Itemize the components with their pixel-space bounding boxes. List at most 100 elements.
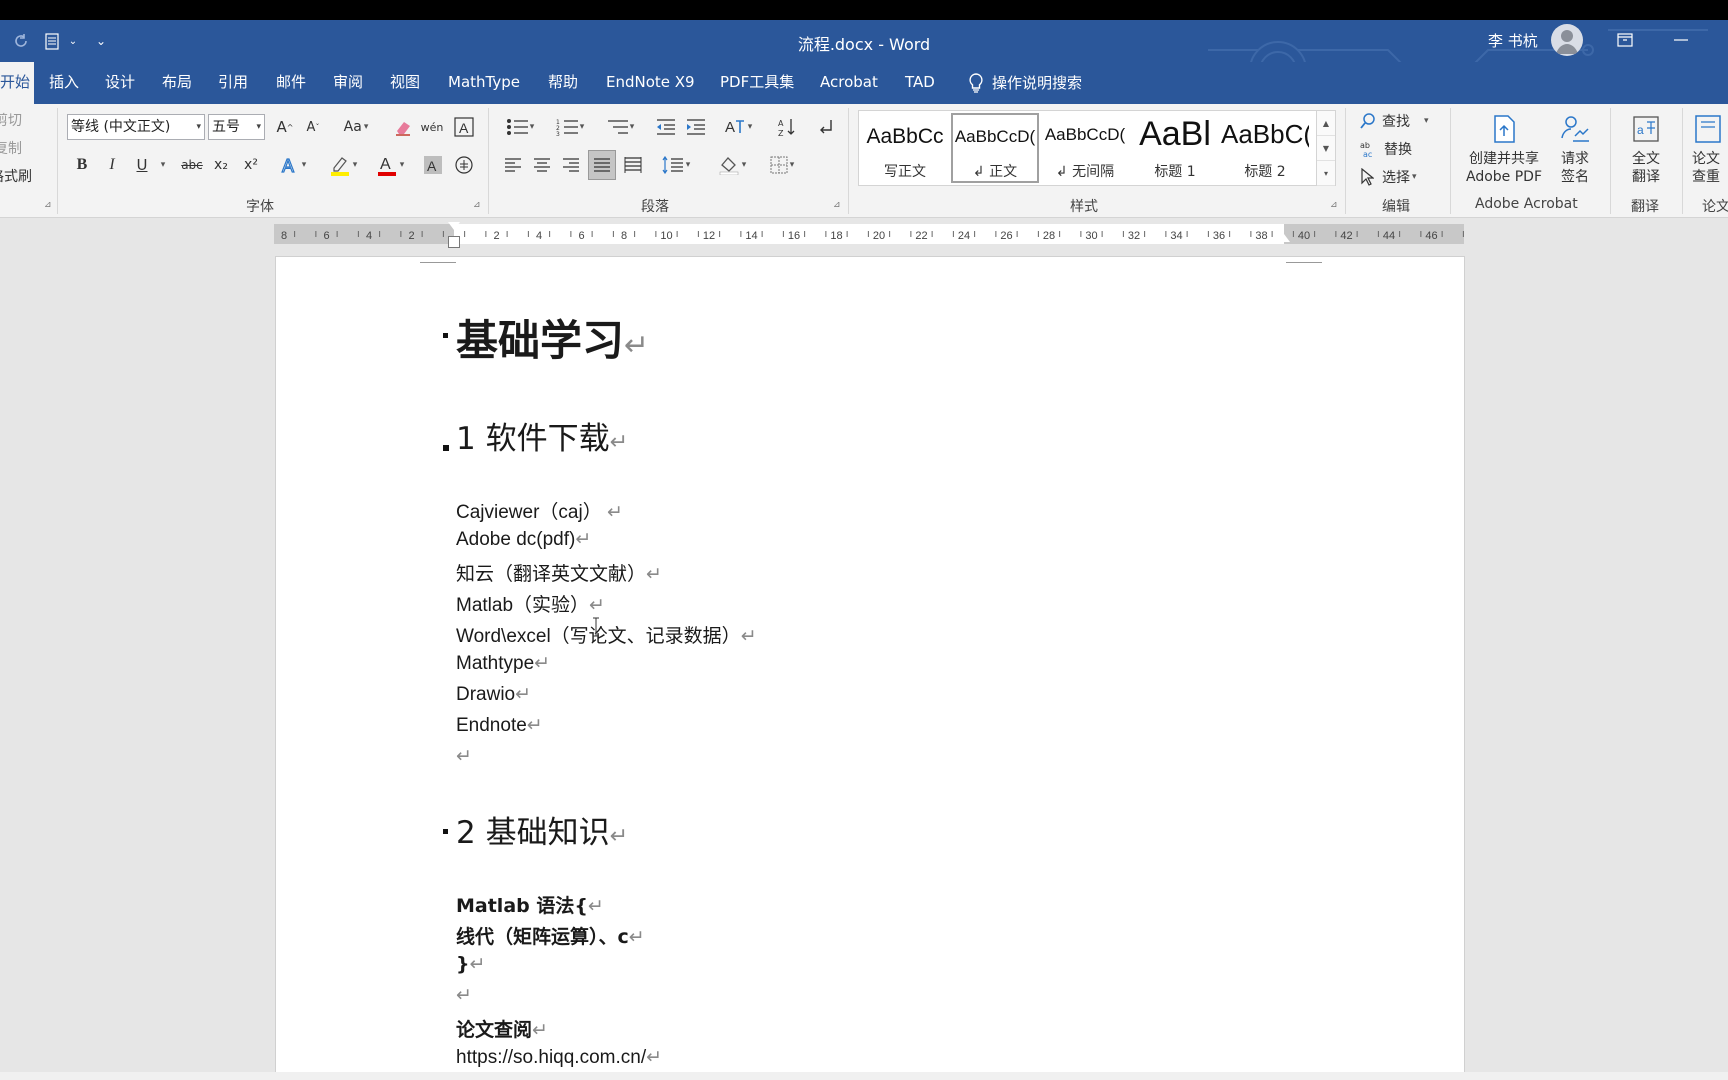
- request-signature-button[interactable]: 请求 签名: [1552, 108, 1598, 192]
- select-button[interactable]: 选择 ▾: [1360, 164, 1417, 190]
- first-line-indent-marker[interactable]: [448, 222, 460, 230]
- tab-review[interactable]: 审阅: [333, 62, 363, 104]
- font-size-combo[interactable]: 五号 ▾: [208, 114, 265, 140]
- list-item[interactable]: Drawio↵: [456, 683, 531, 706]
- underline-dropdown-icon[interactable]: ▾: [156, 152, 168, 178]
- document-page[interactable]: 基础学习↵ 1 软件下载↵ Cajviewer（caj） ↵ Adobe dc(…: [275, 256, 1465, 1080]
- tab-insert[interactable]: 插入: [49, 62, 79, 104]
- tab-pdf-tools[interactable]: PDF工具集: [720, 62, 794, 104]
- tab-design[interactable]: 设计: [105, 62, 135, 104]
- list-item[interactable]: Word\excel（写论文、记录数据）↵: [456, 621, 757, 648]
- ribbon-display-options-icon[interactable]: [1612, 28, 1638, 52]
- styles-launcher-icon[interactable]: ⊿: [1330, 200, 1340, 210]
- minimize-icon[interactable]: [1668, 28, 1694, 52]
- doc-title[interactable]: 基础学习↵: [456, 307, 649, 368]
- bullets-icon[interactable]: ▾: [500, 114, 540, 140]
- copy-button[interactable]: 复制: [0, 136, 22, 160]
- increase-indent-icon[interactable]: [682, 114, 708, 140]
- enclose-characters-icon[interactable]: [452, 152, 476, 178]
- tab-view[interactable]: 视图: [390, 62, 420, 104]
- font-launcher-icon[interactable]: ⊿: [473, 200, 483, 210]
- shading-icon[interactable]: ▾: [712, 152, 752, 178]
- strikethrough-button[interactable]: abc: [178, 152, 206, 178]
- highlight-color-icon[interactable]: ▾: [325, 152, 361, 178]
- list-item[interactable]: Endnote↵: [456, 714, 543, 737]
- autosave-icon[interactable]: [10, 30, 32, 52]
- align-right-icon[interactable]: [558, 152, 584, 178]
- tell-me-search[interactable]: 操作说明搜索: [968, 62, 1082, 104]
- phonetic-guide-icon[interactable]: wén: [420, 114, 444, 140]
- paper-lookup-heading[interactable]: 论文查阅↵: [456, 1015, 548, 1042]
- italic-button[interactable]: I: [100, 152, 124, 178]
- tab-help[interactable]: 帮助: [548, 62, 578, 104]
- gallery-down-icon[interactable]: ▼: [1317, 136, 1335, 161]
- decrease-indent-icon[interactable]: [652, 114, 678, 140]
- borders-icon[interactable]: ▾: [762, 152, 802, 178]
- bold-button[interactable]: B: [70, 152, 94, 178]
- hanging-indent-marker[interactable]: [448, 236, 460, 248]
- underline-button[interactable]: U: [130, 152, 154, 178]
- format-painter-button[interactable]: 格式刷: [0, 164, 32, 188]
- paragraph-launcher-icon[interactable]: ⊿: [833, 200, 843, 210]
- tab-home[interactable]: 开始: [0, 62, 35, 104]
- align-center-icon[interactable]: [529, 152, 555, 178]
- empty-paragraph[interactable]: ↵: [456, 984, 472, 1007]
- horizontal-ruler[interactable]: 8 6 4 2 2 4 6 8 10 12 14 16 18 20 22 24 26 28 30 32 34 36 38 40…: [274, 222, 1464, 248]
- paper-check-button[interactable]: 论文 查重: [1692, 108, 1728, 192]
- character-shading-icon[interactable]: A: [422, 152, 444, 178]
- styles-gallery-scroller[interactable]: ▲ ▼ ▾: [1316, 110, 1336, 186]
- chinese-layout-icon[interactable]: A ▾: [718, 114, 758, 140]
- superscript-button[interactable]: x²: [238, 152, 264, 178]
- multilevel-list-icon[interactable]: ▾: [600, 114, 640, 140]
- text-effects-icon[interactable]: A ▾: [276, 152, 310, 178]
- clear-formatting-icon[interactable]: [392, 114, 416, 140]
- list-item[interactable]: Cajviewer（caj） ↵: [456, 497, 623, 524]
- align-left-icon[interactable]: [500, 152, 526, 178]
- style-heading-2[interactable]: AaBbC( 标题 2: [1221, 113, 1309, 183]
- matlab-syntax-line[interactable]: Matlab 语法{↵: [456, 891, 604, 918]
- distributed-icon[interactable]: [620, 152, 646, 178]
- font-color-icon[interactable]: A ▾: [372, 152, 408, 178]
- replace-button[interactable]: ab ac 替换: [1360, 136, 1412, 162]
- avatar[interactable]: [1551, 24, 1583, 56]
- find-button[interactable]: 查找 ▾: [1360, 108, 1429, 134]
- grow-font-button[interactable]: A ^: [274, 114, 296, 140]
- empty-paragraph[interactable]: ↵: [456, 745, 472, 768]
- right-indent-marker[interactable]: [1278, 234, 1290, 242]
- url-line[interactable]: https://so.hiqq.com.cn/↵: [456, 1046, 662, 1069]
- style-no-spacing[interactable]: AaBbCcD( ↲ 无间隔: [1041, 113, 1129, 183]
- numbering-icon[interactable]: 1 2 3 ▾: [550, 114, 590, 140]
- style-heading-1[interactable]: AaBl 标题 1: [1131, 113, 1219, 183]
- list-item[interactable]: Adobe dc(pdf)↵: [456, 528, 591, 551]
- gallery-more-icon[interactable]: ▾: [1317, 161, 1335, 186]
- justify-icon[interactable]: [588, 150, 616, 180]
- clipboard-launcher-icon[interactable]: ⊿: [44, 200, 54, 210]
- full-translate-button[interactable]: a 全文 翻译: [1622, 108, 1670, 192]
- line-spacing-icon[interactable]: ▾: [656, 152, 696, 178]
- tab-references[interactable]: 引用: [218, 62, 248, 104]
- tab-endnote[interactable]: EndNote X9: [606, 62, 695, 104]
- document-icon[interactable]: [42, 30, 62, 52]
- list-item[interactable]: Matlab（实验）↵: [456, 590, 605, 617]
- quick-access-dropdown-icon[interactable]: ⌄: [66, 30, 80, 52]
- sort-icon[interactable]: AZ: [774, 114, 800, 140]
- section-2-heading[interactable]: 2 基础知识↵: [456, 807, 628, 852]
- style-normal[interactable]: AaBbCcD( ↲ 正文: [951, 113, 1039, 183]
- character-border-icon[interactable]: A: [452, 114, 476, 140]
- style-write-body[interactable]: AaBbCc 写正文: [861, 113, 949, 183]
- cut-button[interactable]: 剪切: [0, 108, 22, 132]
- customize-toolbar-icon[interactable]: ⌄: [94, 30, 108, 52]
- close-brace-line[interactable]: }↵: [456, 953, 485, 975]
- tab-mathtype[interactable]: MathType: [448, 62, 520, 104]
- shrink-font-button[interactable]: Aˇ: [302, 114, 324, 140]
- tab-acrobat[interactable]: Acrobat: [820, 62, 878, 104]
- font-name-combo[interactable]: 等线 (中文正文) ▾: [67, 114, 205, 140]
- create-share-pdf-button[interactable]: 创建并共享 Adobe PDF: [1460, 108, 1548, 192]
- subscript-button[interactable]: x₂: [208, 152, 234, 178]
- list-item[interactable]: Mathtype↵: [456, 652, 550, 675]
- user-name[interactable]: 李 书杭: [1488, 30, 1538, 51]
- tab-mailings[interactable]: 邮件: [276, 62, 306, 104]
- tab-tad[interactable]: TAD: [905, 62, 935, 104]
- list-item[interactable]: 知云（翻译英文文献）↵: [456, 559, 662, 586]
- tab-layout[interactable]: 布局: [162, 62, 192, 104]
